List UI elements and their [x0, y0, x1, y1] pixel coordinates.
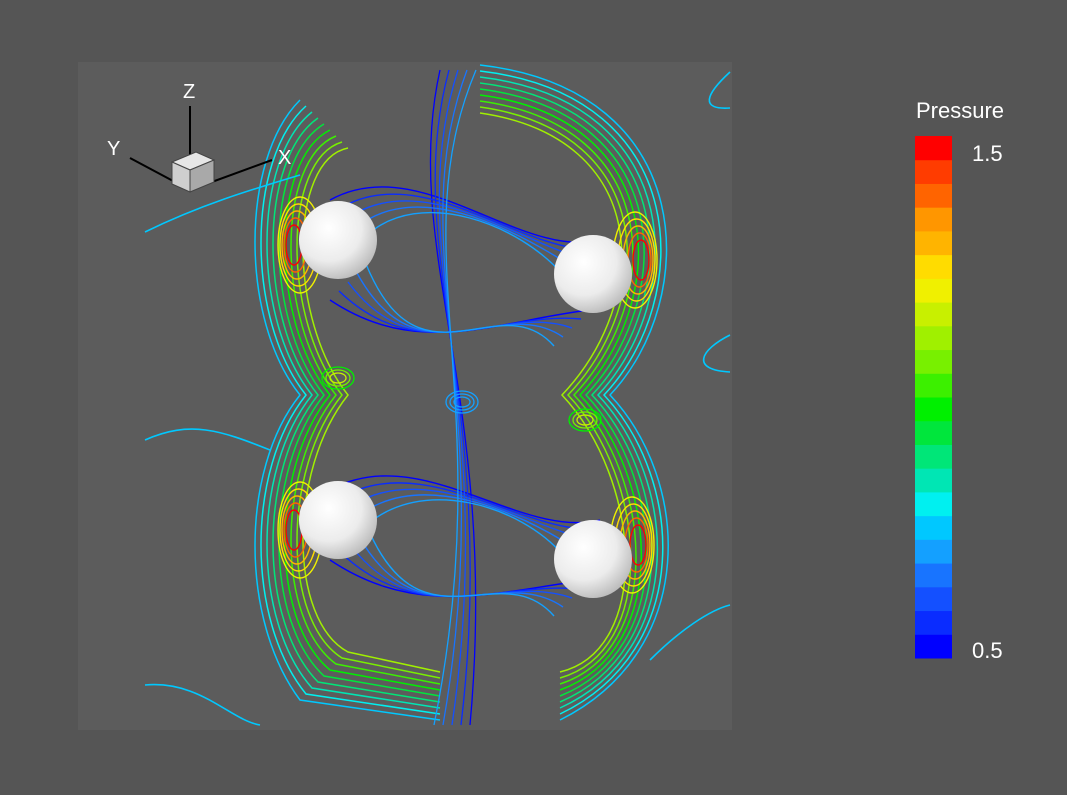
colorbar-min-label: 0.5 [972, 638, 1003, 663]
y-axis-label: Y [107, 138, 120, 160]
colorbar-swatch [915, 159, 952, 184]
colorbar-title: Pressure [916, 98, 1004, 123]
colorbar-swatch [915, 539, 952, 564]
colorbar-swatch [915, 491, 952, 517]
colorbar-max-label: 1.5 [972, 141, 1003, 166]
colorbar-swatch [915, 373, 952, 398]
colorbar-swatch [915, 515, 952, 540]
colorbar-swatch [915, 349, 952, 374]
sphere-top-left [299, 201, 377, 279]
colorbar-swatch [915, 136, 952, 161]
colorbar-swatch [915, 230, 952, 256]
sphere-bottom-left [299, 481, 377, 559]
colorbar-swatch [915, 468, 952, 493]
colorbar-swatch [915, 563, 952, 588]
colorbar-swatch [915, 325, 952, 351]
sphere-top-right [554, 235, 632, 313]
z-axis-label: Z [183, 81, 195, 103]
colorbar-swatch [915, 207, 952, 232]
colorbar-swatch [915, 254, 952, 279]
colorbar-swatch [915, 586, 952, 612]
colorbar-swatch [915, 444, 952, 469]
pressure-contour-figure: Z X Y Pressure 1.5 0.5 [78, 62, 1004, 730]
colorbar-swatch [915, 278, 952, 303]
colorbar-swatch [915, 397, 952, 422]
colorbar-swatch [915, 420, 952, 445]
colorbar-swatch [915, 183, 952, 208]
colorbar-swatch [915, 634, 952, 659]
colorbar-swatch [915, 302, 952, 327]
colorbar-swatch [915, 610, 952, 635]
x-axis-label: X [278, 147, 291, 169]
colorbar [915, 136, 952, 659]
sphere-bottom-right [554, 520, 632, 598]
